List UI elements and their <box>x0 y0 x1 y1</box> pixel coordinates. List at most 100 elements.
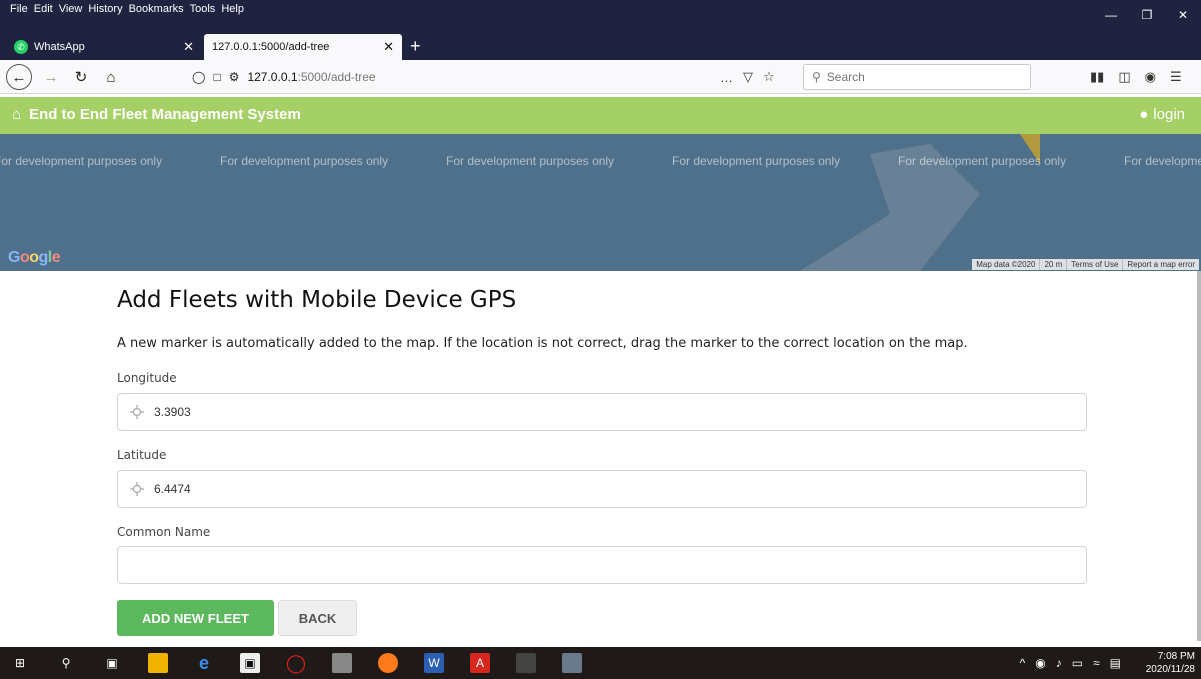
system-clock[interactable]: 7:08 PM 2020/11/28 <box>1146 650 1195 676</box>
library-icon[interactable]: ▮▮ <box>1090 69 1104 85</box>
dev-watermark-row: For development purposes only For develop… <box>0 154 1201 168</box>
search-icon[interactable]: ⚲ <box>56 653 76 673</box>
browser-menubar: File Edit View History Bookmarks Tools H… <box>0 0 1201 34</box>
bookmark-star-icon[interactable]: ☆ <box>763 69 775 85</box>
more-actions-icon[interactable]: … <box>720 70 733 85</box>
dev-watermark: For development purposes only <box>220 154 389 168</box>
menu-view[interactable]: View <box>59 3 83 15</box>
restore-icon[interactable]: ❐ <box>1129 0 1165 30</box>
close-window-icon[interactable]: ✕ <box>1165 0 1201 30</box>
dev-watermark: For development purposes only <box>0 154 163 168</box>
dev-watermark: For development purposes only <box>672 154 841 168</box>
system-tray: ^ ◉ ♪ ▭ ≈ ▤ <box>1020 647 1121 679</box>
hamburger-menu-icon[interactable]: ☰ <box>1170 69 1182 85</box>
store-icon[interactable]: ▣ <box>240 653 260 673</box>
windows-start-icon[interactable]: ⊞ <box>10 653 30 673</box>
dev-watermark: For development purposes only <box>898 154 1067 168</box>
chevron-up-icon[interactable]: ^ <box>1020 656 1026 670</box>
toolbar-right: ▮▮ ◫ ◉ ☰ <box>1090 64 1182 90</box>
search-input[interactable]: ⚲ Search <box>803 64 1031 90</box>
menu-help[interactable]: Help <box>221 3 244 15</box>
url-path: :5000/add-tree <box>297 70 376 84</box>
brand-link[interactable]: ⌂ End to End Fleet Management System <box>12 106 301 123</box>
location-icon[interactable]: ◉ <box>1035 656 1045 670</box>
menu-list: File Edit View History Bookmarks Tools H… <box>10 3 244 15</box>
crosshair-icon <box>130 482 144 496</box>
word-icon[interactable]: W <box>424 653 444 673</box>
permissions-icon[interactable]: ⚙ <box>229 70 240 84</box>
brand-title: End to End Fleet Management System <box>29 106 301 123</box>
tab-whatsapp[interactable]: ✆ WhatsApp ✕ <box>6 34 202 60</box>
tab-label: 127.0.0.1:5000/add-tree <box>212 41 330 53</box>
edge-icon[interactable]: e <box>194 653 214 673</box>
home-icon[interactable]: ⌂ <box>100 65 122 89</box>
window-controls: — ❐ ✕ <box>1093 0 1201 30</box>
common-name-input[interactable] <box>117 546 1087 584</box>
minimize-icon[interactable]: — <box>1093 0 1129 30</box>
database-icon[interactable] <box>332 653 352 673</box>
account-icon[interactable]: ◉ <box>1145 69 1156 85</box>
page-title: Add Fleets with Mobile Device GPS <box>117 287 517 313</box>
battery-icon[interactable]: ▭ <box>1072 656 1083 670</box>
navigation-toolbar: ← → ↻ ⌂ ◯ □ ⚙ 127.0.0.1:5000/add-tree … … <box>0 60 1201 94</box>
login-label: login <box>1153 106 1185 123</box>
task-view-icon[interactable]: ▣ <box>102 653 122 673</box>
back-button[interactable]: BACK <box>278 600 357 636</box>
taskbar-icons: ⊞ ⚲ ▣ e ▣ ◯ W A <box>10 647 582 679</box>
menu-history[interactable]: History <box>88 3 122 15</box>
new-tab-icon[interactable]: + <box>410 36 421 57</box>
report-error-link[interactable]: Report a map error <box>1122 259 1199 270</box>
search-icon: ⚲ <box>812 70 821 84</box>
clock-time: 7:08 PM <box>1157 651 1195 662</box>
menu-tools[interactable]: Tools <box>190 3 216 15</box>
dev-watermark: For development purposes only <box>446 154 615 168</box>
terms-link[interactable]: Terms of Use <box>1066 259 1122 270</box>
map-view[interactable]: For development purposes only For develop… <box>0 134 1201 271</box>
back-arrow-icon[interactable]: ← <box>6 64 32 90</box>
page-scrollbar[interactable] <box>1197 271 1201 641</box>
search-placeholder: Search <box>826 70 865 84</box>
tab-add-tree[interactable]: 127.0.0.1:5000/add-tree ✕ <box>204 34 402 60</box>
login-link[interactable]: ● login <box>1139 106 1185 123</box>
close-tab-icon[interactable]: ✕ <box>383 39 394 55</box>
acrobat-icon[interactable]: A <box>470 653 490 673</box>
menu-edit[interactable]: Edit <box>34 3 53 15</box>
wifi-icon[interactable]: ≈ <box>1093 656 1100 670</box>
menu-bookmarks[interactable]: Bookmarks <box>129 3 184 15</box>
map-attribution: Map data ©2020 20 m Terms of Use Report … <box>972 259 1199 270</box>
longitude-input[interactable]: 3.3903 <box>117 393 1087 431</box>
notifications-icon[interactable]: ▤ <box>1110 656 1121 670</box>
sidebar-icon[interactable]: ◫ <box>1118 69 1130 85</box>
url-bar[interactable]: ◯ □ ⚙ 127.0.0.1:5000/add-tree <box>180 64 800 90</box>
file-explorer-icon[interactable] <box>148 653 168 673</box>
latitude-input[interactable]: 6.4474 <box>117 470 1087 508</box>
map-data-label: Map data ©2020 <box>976 260 1036 269</box>
menu-file[interactable]: File <box>10 3 28 15</box>
app-icon[interactable] <box>562 653 582 673</box>
close-tab-icon[interactable]: ✕ <box>183 39 194 55</box>
app-header: ⌂ End to End Fleet Management System ● l… <box>0 97 1201 134</box>
common-name-label: Common Name <box>117 525 211 539</box>
opera-icon[interactable]: ◯ <box>286 653 306 673</box>
latitude-label: Latitude <box>117 448 167 462</box>
reload-icon[interactable]: ↻ <box>70 65 92 89</box>
add-new-fleet-button[interactable]: ADD NEW FLEET <box>117 600 274 636</box>
terminal-icon[interactable] <box>516 653 536 673</box>
shield-icon[interactable]: ◯ <box>192 70 205 84</box>
google-logo[interactable]: Google <box>8 249 61 267</box>
whatsapp-icon: ✆ <box>14 40 28 54</box>
pocket-icon[interactable]: ▽ <box>743 69 753 85</box>
map-scale[interactable]: 20 m <box>1039 259 1066 270</box>
forward-arrow-icon[interactable]: → <box>40 65 62 89</box>
latitude-value: 6.4474 <box>154 482 191 496</box>
longitude-value: 3.3903 <box>154 405 191 419</box>
url-actions: … ▽ ☆ <box>720 64 775 90</box>
user-icon: ● <box>1139 106 1149 123</box>
tab-label: WhatsApp <box>34 41 85 53</box>
firefox-icon[interactable] <box>378 653 398 673</box>
url-host: 127.0.0.1 <box>247 70 298 84</box>
home-icon: ⌂ <box>12 106 22 123</box>
page-description: A new marker is automatically added to t… <box>117 336 968 351</box>
dev-watermark: For development purposes only <box>1124 154 1201 168</box>
volume-icon[interactable]: ♪ <box>1056 656 1062 670</box>
